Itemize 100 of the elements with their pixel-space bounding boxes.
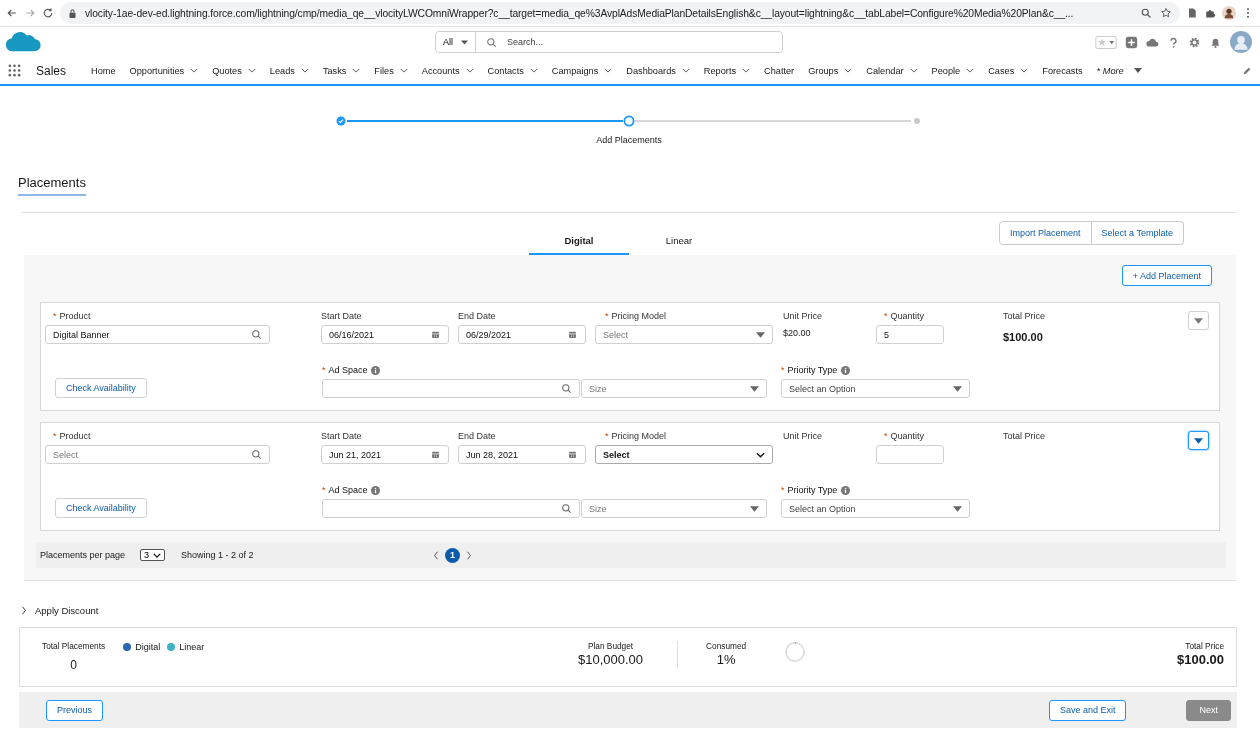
apply-discount-toggle[interactable]: Apply Discount — [35, 604, 99, 616]
nav-item[interactable]: Leads — [262, 65, 316, 76]
help-icon[interactable] — [1167, 35, 1180, 49]
dropdown-arrow-icon — [461, 39, 468, 45]
pricing-model-dropdown[interactable]: Select — [595, 325, 773, 344]
previous-button[interactable]: Previous — [46, 699, 103, 721]
tab[interactable]: Linear — [629, 235, 729, 255]
field-label: Start Date — [321, 431, 363, 441]
nav-item[interactable]: Forecasts — [1035, 65, 1090, 76]
nav-item[interactable]: Tasks — [315, 65, 368, 76]
document-icon[interactable] — [1186, 7, 1198, 19]
priority-type-dropdown[interactable]: Select an Option — [780, 499, 970, 518]
favorites-icon[interactable] — [1095, 35, 1117, 49]
search-scope-dropdown[interactable]: All — [436, 32, 476, 52]
product-field[interactable]: Select — [45, 445, 270, 464]
quantity-field[interactable] — [876, 445, 944, 464]
nav-item[interactable]: Accounts — [414, 65, 481, 76]
chevron-down-icon — [300, 68, 309, 73]
field-label: * Product — [52, 311, 92, 321]
app-launcher-icon[interactable] — [8, 64, 21, 77]
action-button[interactable]: Select a Template — [1091, 221, 1184, 245]
search-field[interactable]: Search... — [505, 36, 772, 48]
step-current-marker[interactable] — [623, 115, 635, 127]
action-button[interactable]: Import Placement — [999, 221, 1092, 245]
end-date-field[interactable]: 06/29/2021 — [458, 325, 586, 344]
profile-avatar[interactable] — [1222, 6, 1236, 20]
plus-icon[interactable] — [1125, 35, 1138, 49]
nav-item[interactable]: Campaigns — [544, 65, 620, 76]
start-date-field[interactable]: 06/16/2021 — [321, 325, 449, 344]
chevron-icon[interactable] — [21, 605, 27, 615]
nav-item[interactable]: Opportunities — [122, 65, 206, 76]
info-icon[interactable] — [841, 365, 851, 375]
step-pending-marker[interactable] — [911, 115, 923, 127]
more-menu[interactable]: * More — [1089, 65, 1149, 76]
dropdown-arrow-icon — [749, 505, 759, 512]
size-dropdown[interactable]: Size — [580, 499, 767, 518]
row-menu-button[interactable] — [1188, 311, 1209, 330]
dropdown-arrow-icon — [756, 331, 765, 338]
total-placements-label: Total Placements — [42, 641, 106, 651]
info-icon[interactable] — [841, 485, 851, 495]
settings-icon[interactable] — [1188, 35, 1201, 49]
nav-item[interactable]: Chatter — [757, 65, 802, 76]
field-label: Unit Price — [783, 431, 823, 441]
plan-budget-value: $10,000.00 — [578, 652, 644, 667]
zoom-icon[interactable] — [1140, 7, 1152, 19]
nav-item[interactable]: Calendar — [859, 65, 925, 76]
dropdown-arrow-icon — [1194, 317, 1203, 324]
field-label: * Ad Space — [321, 485, 368, 495]
user-avatar[interactable] — [1230, 31, 1252, 53]
nav-item[interactable]: Cases — [981, 65, 1036, 76]
check-availability-button[interactable]: Check Availability — [55, 378, 147, 398]
dropdown-arrow-icon — [1194, 437, 1203, 444]
end-date-field[interactable]: Jun 28, 2021 — [458, 445, 586, 464]
save-and-exit-button[interactable]: Save and Exit — [1048, 699, 1127, 721]
legend-label: Digital — [135, 642, 161, 652]
nav-item[interactable]: Groups — [801, 65, 860, 76]
nav-item[interactable]: Reports — [696, 65, 758, 76]
app-name: Sales — [36, 63, 67, 78]
ad-space-field[interactable] — [321, 379, 580, 398]
search-icon — [560, 383, 572, 394]
info-icon[interactable] — [371, 485, 381, 495]
field-label: * Quantity — [883, 311, 926, 321]
nav-item[interactable]: Dashboards — [619, 65, 697, 76]
field-label: * Ad Space — [321, 365, 368, 375]
product-field[interactable]: Digital Banner — [45, 325, 270, 344]
puzzle-icon[interactable] — [1204, 7, 1216, 19]
reload-icon[interactable] — [42, 7, 54, 19]
ad-space-field[interactable] — [321, 499, 580, 518]
chevron-down-icon — [966, 68, 975, 73]
per-page-select[interactable]: 3 — [140, 549, 166, 561]
check-availability-button[interactable]: Check Availability — [55, 498, 147, 518]
row-menu-button[interactable] — [1188, 431, 1209, 450]
next-page-icon[interactable] — [466, 550, 472, 560]
nav-item[interactable]: Home — [84, 65, 123, 76]
dropdown-arrow-icon — [1133, 68, 1142, 73]
pricing-model-select[interactable]: Select — [595, 445, 773, 464]
priority-type-dropdown[interactable]: Select an Option — [780, 379, 970, 398]
size-dropdown[interactable]: Size — [580, 379, 767, 398]
nav-item[interactable]: Files — [367, 65, 415, 76]
field-label: * Pricing Model — [604, 311, 668, 321]
start-date-field[interactable]: Jun 21, 2021 — [321, 445, 449, 464]
search-bar[interactable]: All Search... — [435, 31, 783, 53]
chevron-down-icon — [756, 451, 765, 458]
quantity-field[interactable]: 5 — [876, 325, 944, 344]
bookmark-star-icon[interactable] — [1160, 7, 1172, 19]
total-price-value: $100.00 — [1177, 652, 1224, 667]
previous-page-icon[interactable] — [433, 550, 439, 560]
nav-item[interactable]: Quotes — [205, 65, 263, 76]
info-icon[interactable] — [371, 365, 381, 375]
chevron-down-icon — [681, 68, 690, 73]
field-label: * Priority Type — [780, 485, 838, 495]
add-placement-button[interactable]: + Add Placement — [1121, 265, 1212, 286]
edit-icon[interactable] — [1242, 65, 1252, 76]
nav-item[interactable]: People — [924, 65, 982, 76]
page-number[interactable]: 1 — [445, 547, 460, 563]
total-price-label: Total Price — [1185, 641, 1224, 651]
step-complete-icon[interactable] — [335, 115, 347, 127]
chevron-down-icon — [153, 552, 162, 558]
nav-item[interactable]: Contacts — [480, 65, 545, 76]
back-icon[interactable] — [6, 7, 18, 19]
